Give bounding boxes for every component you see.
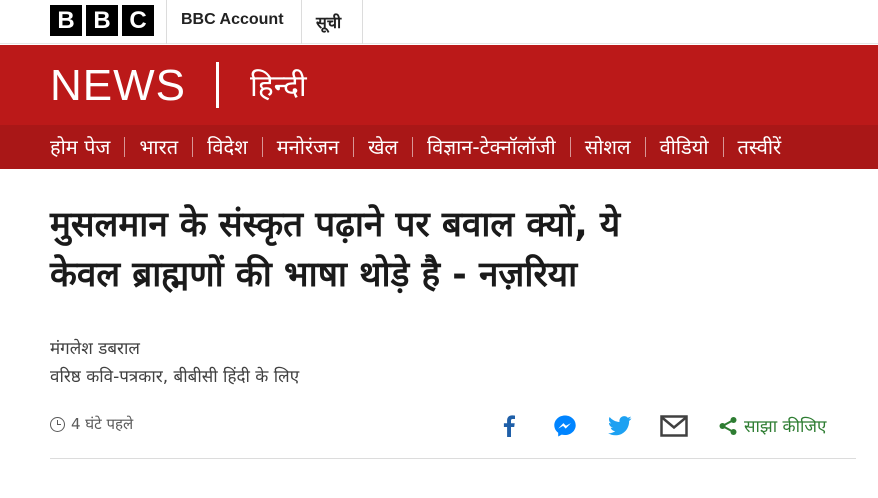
nav-divider [722,137,724,157]
messenger-share-button[interactable] [550,412,580,440]
nav-divider [569,137,571,157]
nav-item-sports[interactable]: खेल [368,125,398,169]
twitter-share-button[interactable] [605,412,635,440]
nav-item-science-tech[interactable]: विज्ञान-टेक्नॉलॉजी [427,125,556,169]
messenger-icon [554,415,576,437]
bbc-logo-letter: B [86,5,118,36]
nav-item-social[interactable]: सोशल [585,125,631,169]
headline-line-2: केवल ब्राह्मणों की भाषा थोड़े है - नज़रि… [50,255,578,295]
nav-divider [411,137,413,157]
top-bar: B B C BBC Account सूची [0,0,878,44]
share-label: साझा कीजिए [744,417,827,437]
clock-icon [50,416,65,432]
publish-time: 4 घंटे पहले [50,414,133,434]
menu-link[interactable]: सूची [316,11,341,33]
nav-item-photos[interactable]: तस्वीरें [738,125,782,169]
masthead-divider [216,62,219,108]
top-divider [301,0,302,44]
email-icon [660,415,688,437]
nav-divider [124,137,126,157]
nav-item-home[interactable]: होम पेज [50,125,110,169]
twitter-icon [608,416,632,436]
top-divider [362,0,363,44]
bbc-account-link[interactable]: BBC Account [181,11,284,29]
nav-item-video[interactable]: वीडियो [660,125,709,169]
news-masthead: NEWS हिन्दी [0,45,878,125]
section-nav: होम पेज भारत विदेश मनोरंजन खेल विज्ञान-ट… [0,125,878,169]
content-divider [50,458,856,459]
nav-item-world[interactable]: विदेश [207,125,248,169]
nav-divider [353,137,355,157]
nav-item-entertainment[interactable]: मनोरंजन [277,125,339,169]
nav-divider [644,137,646,157]
bbc-logo-letter: C [122,5,154,36]
language-label[interactable]: हिन्दी [250,65,307,109]
news-brand-link[interactable]: NEWS [50,61,186,111]
bbc-logo-letter: B [50,5,82,36]
top-divider [166,0,167,44]
nav-item-india[interactable]: भारत [139,125,178,169]
timestamp-text: 4 घंटे पहले [71,415,134,433]
author-role: वरिष्ठ कवि-पत्रकार, बीबीसी हिंदी के लिए [50,367,300,387]
nav-divider [261,137,263,157]
facebook-share-button[interactable] [494,412,524,440]
bbc-logo[interactable]: B B C [50,5,154,36]
headline-line-1: मुसलमान के संस्कृत पढ़ाने पर बवाल क्यों,… [50,205,621,245]
share-button[interactable]: साझा कीजिए [718,414,826,437]
article-headline: मुसलमान के संस्कृत पढ़ाने पर बवाल क्यों,… [50,200,850,300]
email-share-button[interactable] [659,412,689,440]
author-name: मंगलेश डबराल [50,339,140,359]
share-icon [719,416,737,435]
facebook-icon [503,415,515,437]
nav-divider [192,137,194,157]
